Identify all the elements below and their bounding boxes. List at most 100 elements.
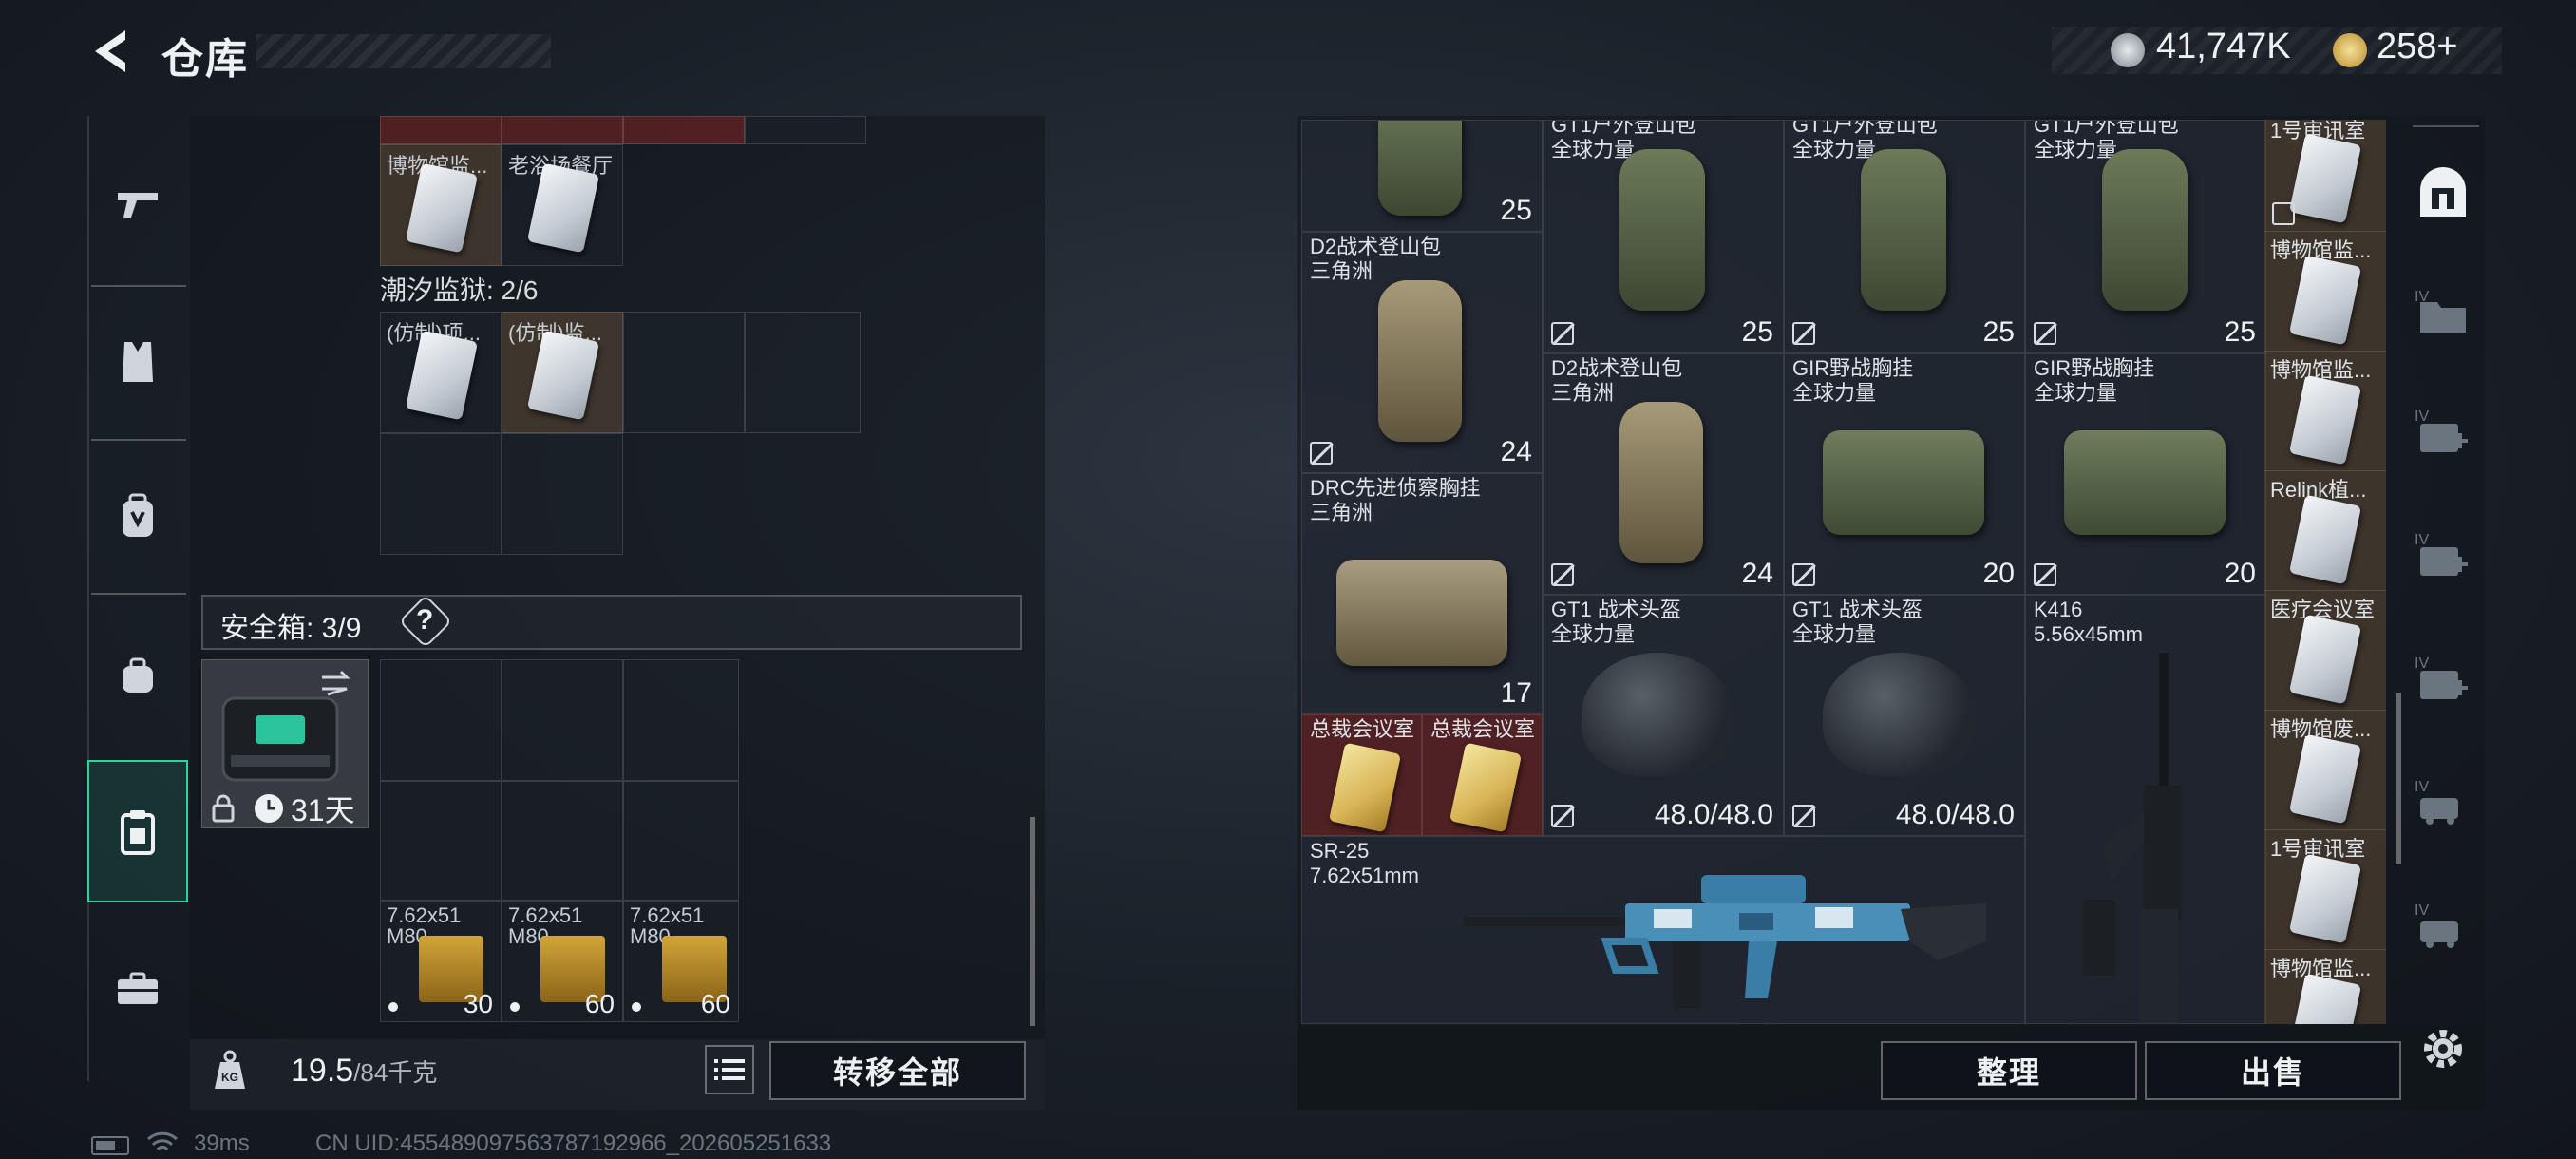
empty-slot[interactable]	[502, 433, 623, 555]
capacity-value: 24	[1500, 436, 1532, 467]
wifi-icon	[146, 1131, 179, 1151]
empty-slot[interactable]	[502, 781, 623, 901]
right-nav-folder[interactable]: IV	[2413, 285, 2473, 346]
keycard-cell[interactable]: 1号审讯室	[2264, 120, 2386, 232]
inventory-cell[interactable]	[745, 116, 866, 144]
rifle-item[interactable]: SR-25 7.62x51mm	[1301, 836, 2025, 1024]
safe-icon	[2420, 167, 2466, 217]
inventory-cell[interactable]	[502, 116, 623, 144]
keycard-icon	[1328, 742, 1402, 833]
helmet-icon	[1823, 653, 1975, 776]
right-nav-medkit-1[interactable]: IV	[2413, 405, 2473, 466]
item-name: GIR野战胸挂	[2034, 356, 2155, 380]
keycard-icon	[2288, 494, 2362, 585]
list-view-button[interactable]	[705, 1045, 754, 1094]
capacity-value: 20	[1982, 558, 2015, 589]
vest-item[interactable]: DRC先进侦察胸挂 三角洲 17	[1301, 473, 1543, 714]
inventory-cell[interactable]	[380, 116, 502, 144]
keycard-cell[interactable]: Relink植...	[2264, 471, 2386, 591]
bag-item[interactable]: GT1户外登山包 全球力量 25	[2025, 120, 2266, 353]
clipboard-icon	[121, 810, 155, 855]
ammo-caliber: 7.62x51	[387, 903, 462, 927]
keycard-cell[interactable]: 老浴场餐厅	[502, 144, 623, 266]
vest-item[interactable]: GIR野战胸挂 全球力量 20	[1784, 353, 2025, 595]
empty-slot[interactable]	[380, 781, 502, 901]
empty-slot[interactable]	[380, 659, 502, 781]
ammo-cell[interactable]: 7.62x51 M80 60	[623, 901, 739, 1022]
helmet-item[interactable]: GT1 战术头盔 全球力量 48.0/48.0	[1784, 595, 2025, 836]
durability-value: 48.0/48.0	[1654, 799, 1773, 830]
vest-item[interactable]: GIR野战胸挂 全球力量 20	[2025, 353, 2266, 595]
right-nav-medkit-3[interactable]: IV	[2413, 652, 2473, 712]
keycard-cell[interactable]: 博物馆废...	[2264, 711, 2386, 830]
token-value[interactable]: 258+	[2377, 27, 2458, 67]
keycard-item[interactable]: 总裁会议室	[1301, 714, 1422, 836]
sort-button[interactable]: 整理	[1881, 1041, 2137, 1100]
right-nav-medkit-2[interactable]: IV	[2413, 528, 2473, 589]
capacity-value: 25	[1500, 195, 1532, 226]
item-name: 总裁会议室	[1310, 717, 1415, 741]
keycard-cell[interactable]: 1号审讯室	[2264, 830, 2386, 950]
inventory-cell[interactable]	[623, 116, 745, 144]
right-nav-safe[interactable]	[2413, 162, 2473, 222]
ammo-cell[interactable]: 7.62x51 M80 30	[380, 901, 502, 1022]
ammo-cell[interactable]: 7.62x51 M80 60	[502, 901, 623, 1022]
nav-bag[interactable]	[87, 604, 188, 747]
right-scrollbar[interactable]	[2396, 694, 2401, 864]
keycard-cell[interactable]: (仿制)监...	[502, 312, 623, 433]
nav-clipboard[interactable]	[87, 760, 188, 902]
bag-item[interactable]: D2战术登山包 三角洲 24	[1301, 232, 1543, 473]
empty-slot[interactable]	[745, 312, 861, 433]
keycard-icon	[2288, 374, 2362, 466]
keycard-column: 1号审讯室 博物馆监... 博物馆监... Relink植... 医疗会议室 博…	[2264, 120, 2386, 1024]
empty-slot[interactable]	[623, 312, 745, 433]
item-faction: 全球力量	[2034, 138, 2118, 162]
lock-icon	[212, 794, 235, 823]
settings-button[interactable]	[2413, 1018, 2473, 1079]
no-drop-icon	[1551, 805, 1574, 827]
item-name: GT1 战术头盔	[1551, 598, 1681, 621]
left-scrollbar[interactable]	[1030, 817, 1035, 1026]
nav-backpack[interactable]	[87, 445, 188, 587]
empty-slot[interactable]	[623, 781, 739, 901]
item-caliber: 5.56x45mm	[2034, 622, 2143, 646]
keycard-cell[interactable]: 博物馆监...	[2264, 232, 2386, 352]
rifle-icon	[2083, 653, 2182, 1023]
right-nav-car-2[interactable]: IV	[2413, 899, 2473, 960]
keycard-item[interactable]: 总裁会议室	[1422, 714, 1543, 836]
item-faction: 全球力量	[2034, 381, 2118, 405]
list-icon	[714, 1059, 745, 1080]
transfer-all-button[interactable]: 转移全部	[769, 1041, 1026, 1100]
empty-slot[interactable]	[502, 659, 623, 781]
item-name: SR-25	[1310, 839, 1370, 863]
helmet-item[interactable]: GT1 战术头盔 全球力量 48.0/48.0	[1543, 595, 1784, 836]
keycard-cell[interactable]: 医疗会议室	[2264, 591, 2386, 711]
bag-item[interactable]: GT1户外登山包 全球力量 25	[1543, 120, 1784, 353]
helmet-icon	[1582, 653, 1733, 776]
bag-item[interactable]: GT1户外登山包 全球力量 25	[1784, 120, 2025, 353]
right-nav-car-1[interactable]: IV	[2413, 775, 2473, 836]
help-mark: ?	[416, 604, 434, 636]
empty-slot[interactable]	[380, 433, 502, 555]
back-arrow-icon[interactable]	[87, 27, 131, 76]
bag-item[interactable]: D2战术登山包 三角洲 24	[1543, 353, 1784, 595]
vest-icon	[1823, 430, 1984, 535]
empty-slot[interactable]	[623, 659, 739, 781]
bag-icon	[123, 657, 153, 693]
nav-toolbox[interactable]	[87, 918, 188, 1060]
keycard-cell[interactable]: (仿制)项...	[380, 312, 502, 433]
clock-icon	[255, 794, 283, 823]
nav-vest[interactable]	[87, 291, 188, 433]
token-icon[interactable]	[2333, 33, 2367, 67]
ammo-caliber: 7.62x51	[508, 903, 583, 927]
nav-gun[interactable]	[87, 133, 188, 276]
sell-button[interactable]: 出售	[2145, 1041, 2401, 1100]
keycard-cell[interactable]: 博物馆监...	[2264, 352, 2386, 471]
right-nav-divider	[2413, 125, 2479, 127]
keycard-cell[interactable]: 博物馆监...	[380, 144, 502, 266]
bag-item[interactable]: 25	[1301, 120, 1543, 232]
keycard-cell[interactable]: 博物馆监...	[2264, 950, 2386, 1024]
rifle-item[interactable]: K416 5.56x45mm	[2025, 595, 2266, 1024]
ammo-count: 30	[463, 989, 493, 1018]
vest-icon	[2064, 430, 2226, 535]
